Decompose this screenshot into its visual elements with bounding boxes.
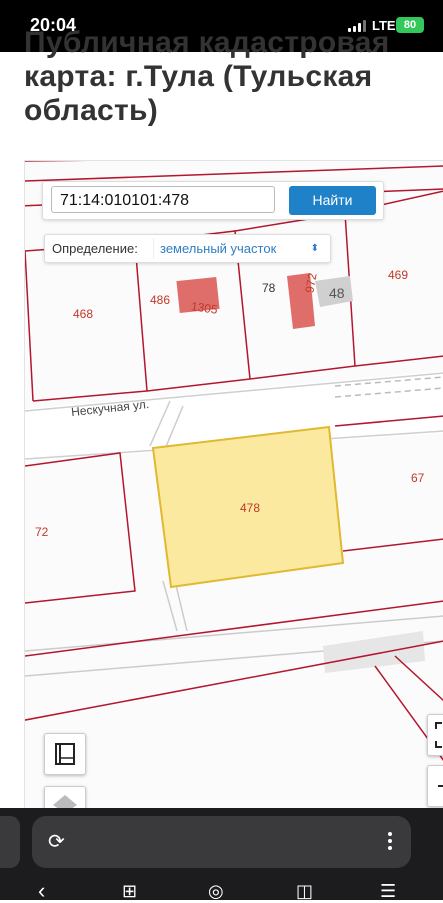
search-frame: 71:14:010101:478 Найти xyxy=(42,181,384,220)
ruler-icon xyxy=(55,743,75,765)
parcel-label: 486 xyxy=(150,293,171,307)
parcel-label: 78 xyxy=(262,281,276,295)
more-vertical-icon[interactable] xyxy=(387,829,393,855)
definition-selected-value: земельный участок xyxy=(160,241,277,256)
browser-bar: ⟳ ‹ ⊞ ◎ ◫ ☰ xyxy=(0,808,443,902)
previous-tab-preview[interactable] xyxy=(0,816,20,868)
reload-icon[interactable]: ⟳ xyxy=(48,832,68,852)
parcel-label: 67 xyxy=(411,471,425,485)
browser-logo-icon[interactable]: ◎ xyxy=(208,880,224,902)
definition-select[interactable]: земельный участок ⬍ xyxy=(153,238,325,259)
definition-row: Определение: земельный участок ⬍ xyxy=(44,234,331,263)
plus-icon xyxy=(438,785,443,787)
page-title: Публичная кадастровая карта: г.Тула (Тул… xyxy=(24,26,390,127)
find-button[interactable]: Найти xyxy=(289,186,376,215)
back-icon[interactable]: ‹ xyxy=(38,880,45,902)
parcel-label: 48 xyxy=(329,285,345,301)
new-tab-icon[interactable]: ⊞ xyxy=(122,880,137,902)
parcel-label: 469 xyxy=(388,268,409,282)
zoom-in-button[interactable] xyxy=(427,765,443,807)
cadastral-search-input[interactable]: 71:14:010101:478 xyxy=(51,186,275,213)
parcel-label: 72 xyxy=(35,525,49,539)
ruler-tool-button[interactable] xyxy=(44,733,86,775)
tabs-icon[interactable]: ◫ xyxy=(296,880,313,902)
menu-icon[interactable]: ☰ xyxy=(380,880,396,902)
parcel-label: 478 xyxy=(240,501,261,515)
browser-nav-row: ‹ ⊞ ◎ ◫ ☰ xyxy=(0,878,443,902)
definition-label: Определение: xyxy=(52,241,138,256)
cadastral-map[interactable]: 468 486 1305 78 972 48 469 478 67 72 Нес… xyxy=(24,160,443,812)
expand-icon xyxy=(435,722,442,748)
parcel-label: 468 xyxy=(73,307,94,321)
url-bar[interactable]: ⟳ xyxy=(32,816,411,868)
fullscreen-button[interactable] xyxy=(427,714,443,756)
chevron-updown-icon: ⬍ xyxy=(310,243,319,254)
